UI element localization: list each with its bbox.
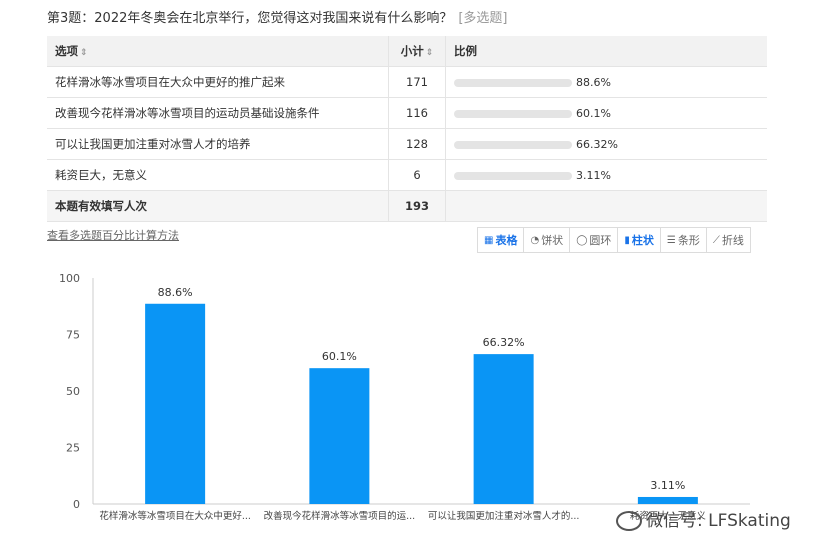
- toolbar-label: 条形: [677, 234, 700, 247]
- row-ratio: 60.1%: [445, 97, 767, 129]
- y-tick-label: 100: [59, 272, 80, 285]
- toolbar-button-column[interactable]: ▮ 柱状: [618, 228, 661, 252]
- y-tick-label: 0: [73, 498, 80, 511]
- question-type-tag: [多选题]: [458, 11, 508, 26]
- y-tick-label: 75: [66, 329, 80, 342]
- toolbar-label: 饼状: [541, 234, 564, 247]
- row-count: 171: [388, 66, 446, 98]
- row-count: 116: [388, 97, 446, 129]
- column-icon: ▮: [624, 234, 630, 246]
- ratio-bar-track: [454, 171, 572, 180]
- header-option-label: 选项: [55, 44, 78, 58]
- table-row: 花样滑冰等冰雪项目在大众中更好的推广起来 171 88.6%: [47, 66, 767, 98]
- chart-type-toolbar: ▦ 表格 ◔ 饼状 ◯ 圆环 ▮ 柱状 ☰ 条形 ⟋ 折线: [477, 227, 751, 253]
- row-option: 耗资巨大，无意义: [47, 159, 389, 191]
- ratio-bar-track: [454, 109, 572, 118]
- ring-icon: ◯: [576, 234, 588, 246]
- header-option[interactable]: 选项 ⇕: [47, 36, 389, 67]
- table-header-row: 选项 ⇕ 小计 ⇕ 比例: [47, 36, 767, 67]
- toolbar-button-ring[interactable]: ◯ 圆环: [570, 228, 619, 252]
- ratio-bar-track: [454, 78, 572, 87]
- data-label: 88.6%: [158, 286, 193, 299]
- watermark-text: 微信号: LFSkating: [646, 511, 791, 531]
- question-title-text: 第3题：2022年冬奥会在北京举行，您觉得这对我国来说有什么影响？: [47, 11, 453, 26]
- bar: [637, 496, 698, 504]
- row-option: 改善现今花样滑冰等冰雪项目的运动员基础设施条件: [47, 97, 389, 129]
- toolbar-button-line[interactable]: ⟋ 折线: [707, 228, 750, 252]
- x-tick-label: 花样滑冰等冰雪项目在大众中更好...: [99, 510, 251, 522]
- row-ratio: 88.6%: [445, 66, 767, 98]
- results-table: 选项 ⇕ 小计 ⇕ 比例 花样滑冰等冰雪项目在大众中更好的推广起来 171 88.6% 改…: [47, 36, 767, 222]
- data-label: 60.1%: [322, 350, 357, 363]
- watermark: 微信号: LFSkating: [616, 506, 791, 531]
- row-count: 6: [388, 159, 446, 191]
- x-tick-label: 改善现今花样滑冰等冰雪项目的运...: [264, 510, 416, 522]
- y-tick-label: 25: [66, 442, 80, 455]
- bar: [309, 368, 370, 504]
- toolbar-button-table[interactable]: ▦ 表格: [478, 228, 525, 252]
- total-empty: [445, 190, 767, 222]
- pie-icon: ◔: [530, 234, 540, 246]
- y-tick-label: 50: [66, 385, 80, 398]
- ratio-percent: 66.32%: [576, 138, 618, 151]
- header-count[interactable]: 小计 ⇕: [388, 36, 446, 67]
- bar: [145, 303, 206, 504]
- wechat-icon: [616, 511, 642, 531]
- table-icon: ▦: [484, 234, 494, 246]
- ratio-percent: 88.6%: [576, 76, 611, 89]
- toolbar-button-bar[interactable]: ☰ 条形: [661, 228, 707, 252]
- table-row: 改善现今花样滑冰等冰雪项目的运动员基础设施条件 116 60.1%: [47, 97, 767, 129]
- table-row: 可以让我国更加注重对冰雪人才的培养 128 66.32%: [47, 128, 767, 160]
- question-title: 第3题：2022年冬奥会在北京举行，您觉得这对我国来说有什么影响？ [多选题]: [47, 7, 508, 26]
- total-label: 本题有效填写人次: [47, 190, 389, 222]
- header-ratio: 比例: [445, 36, 767, 67]
- toolbar-label: 折线: [721, 234, 744, 247]
- row-ratio: 66.32%: [445, 128, 767, 160]
- bar-icon: ☰: [666, 234, 676, 246]
- row-option: 花样滑冰等冰雪项目在大众中更好的推广起来: [47, 66, 389, 98]
- line-icon: ⟋: [712, 234, 720, 246]
- ratio-percent: 60.1%: [576, 107, 611, 120]
- sort-icon[interactable]: ⇕: [80, 48, 88, 58]
- toolbar-label: 表格: [495, 234, 518, 247]
- ratio-bar-track: [454, 140, 572, 149]
- calc-method-link[interactable]: 查看多选题百分比计算方法: [47, 227, 179, 243]
- row-ratio: 3.11%: [445, 159, 767, 191]
- data-label: 3.11%: [650, 479, 685, 492]
- data-label: 66.32%: [483, 336, 525, 349]
- row-option: 可以让我国更加注重对冰雪人才的培养: [47, 128, 389, 160]
- total-row: 本题有效填写人次 193: [47, 190, 767, 222]
- toolbar-label: 柱状: [631, 234, 654, 247]
- bar-chart: 0 25 50 75 100 88.6% 花样滑冰等冰雪项目在大众中更好... 60.1% 改善…: [59, 272, 750, 522]
- x-tick-label: 可以让我国更加注重对冰雪人才的...: [428, 510, 580, 522]
- sort-icon[interactable]: ⇕: [426, 48, 434, 58]
- table-row: 耗资巨大，无意义 6 3.11%: [47, 159, 767, 191]
- toolbar-label: 圆环: [589, 234, 612, 247]
- header-count-label: 小计: [400, 44, 424, 58]
- bar: [473, 354, 534, 504]
- ratio-percent: 3.11%: [576, 169, 611, 182]
- row-count: 128: [388, 128, 446, 160]
- total-count: 193: [388, 190, 446, 222]
- toolbar-button-pie[interactable]: ◔ 饼状: [524, 228, 571, 252]
